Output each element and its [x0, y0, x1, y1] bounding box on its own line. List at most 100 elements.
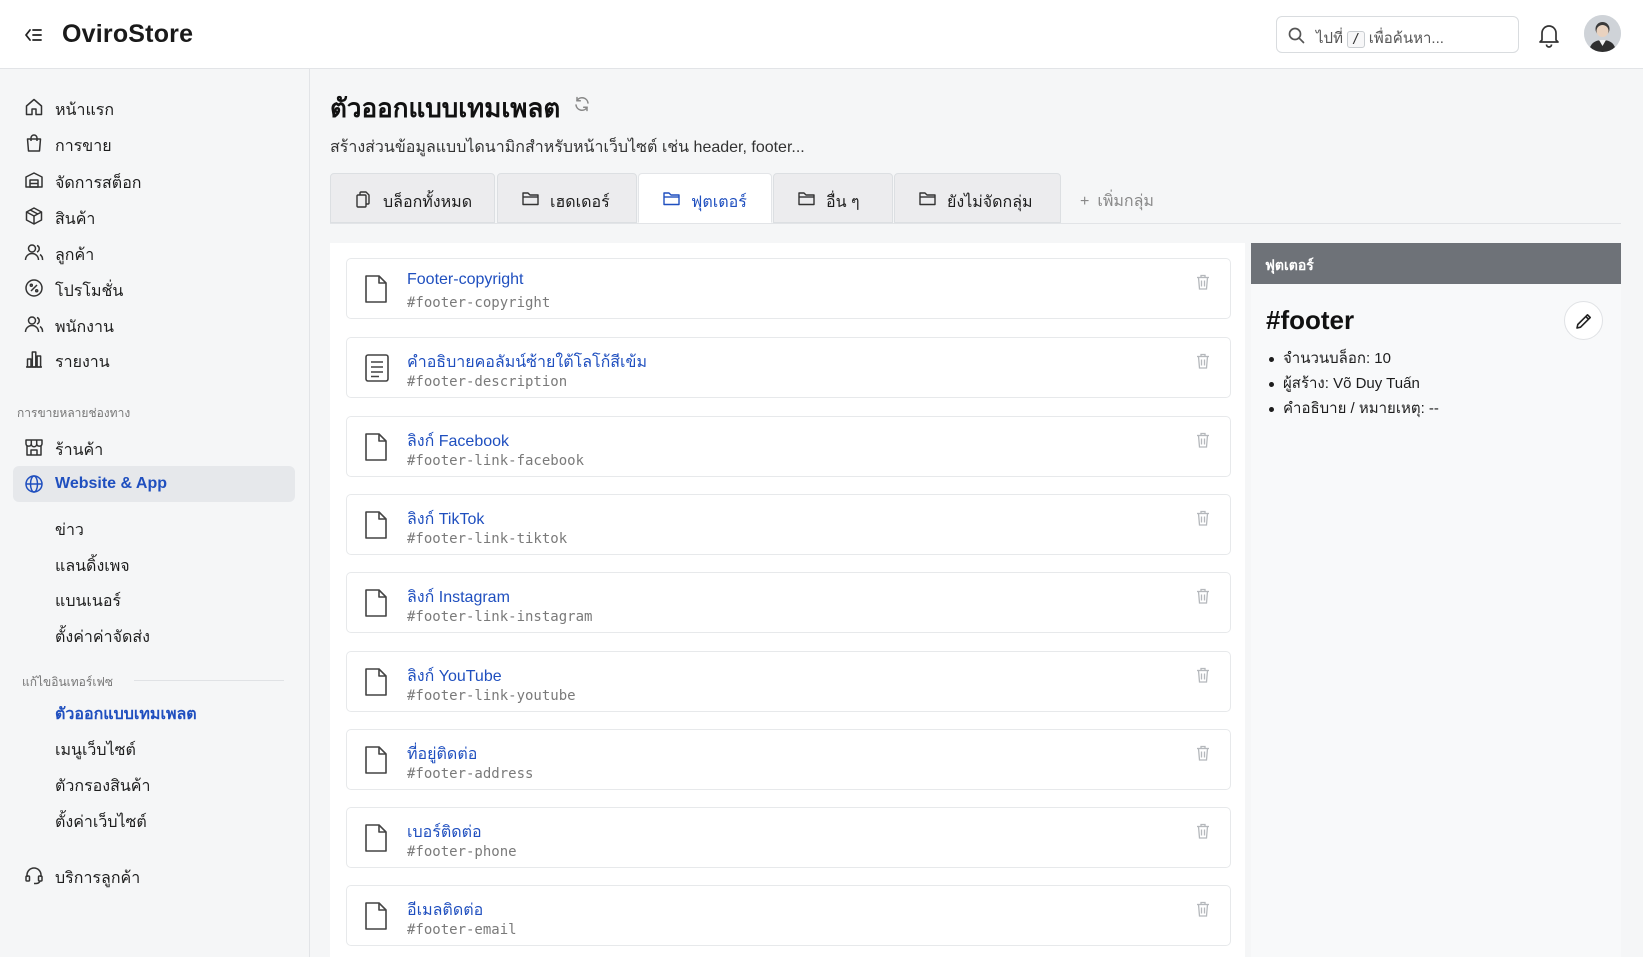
sidebar-item-website-app[interactable]: Website & App — [13, 466, 295, 502]
sidebar-item-customers[interactable]: ลูกค้า — [13, 234, 295, 270]
file-icon — [364, 745, 388, 775]
block-code: #footer-address — [407, 766, 534, 782]
sidebar-item-staff[interactable]: พนักงาน — [13, 306, 295, 342]
sidebar-item-sales[interactable]: การขาย — [13, 125, 295, 161]
staff-icon — [24, 314, 44, 334]
trash-icon[interactable] — [1196, 353, 1210, 369]
folder-icon — [919, 191, 936, 206]
refresh-icon[interactable] — [573, 95, 591, 113]
file-icon — [364, 901, 388, 931]
search-placeholder: ไปที่ / เพื่อค้นหา... — [1316, 30, 1444, 48]
sidebar-sub-website-settings[interactable]: ตั้งค่าเว็บไซต์ — [55, 810, 147, 835]
block-name[interactable]: Footer-copyright — [407, 271, 524, 289]
block-name[interactable]: เบอร์ติดต่อ — [407, 820, 482, 845]
block-name[interactable]: ที่อยู่ติดต่อ — [407, 742, 477, 767]
block-name[interactable]: อีเมลติดต่อ — [407, 898, 483, 923]
trash-icon[interactable] — [1196, 432, 1210, 448]
file-icon — [364, 510, 388, 540]
sidebar-sub-shipping-settings[interactable]: ตั้งค่าค่าจัดส่ง — [55, 625, 150, 650]
trash-icon[interactable] — [1196, 823, 1210, 839]
warehouse-icon — [24, 170, 44, 190]
trash-icon[interactable] — [1196, 901, 1210, 917]
folder-icon — [798, 191, 815, 206]
file-text-icon — [364, 353, 390, 383]
sidebar-sub-landing-page[interactable]: แลนดิ้งเพจ — [55, 554, 130, 579]
sidebar-sub-banners[interactable]: แบนเนอร์ — [55, 589, 121, 614]
list-item[interactable]: ที่อยู่ติดต่อ #footer-address — [346, 729, 1231, 790]
sidebar-item-stock[interactable]: จัดการสต็อก — [13, 162, 295, 198]
section-divider — [134, 680, 284, 681]
list-item[interactable]: อีเมลติดต่อ #footer-email — [346, 885, 1231, 946]
block-name[interactable]: ลิงก์ TikTok — [407, 507, 484, 532]
sidebar: หน้าแรก การขาย จัดการสต็อก สินค้า ลูกค้า… — [0, 69, 310, 957]
list-item[interactable]: เบอร์ติดต่อ #footer-phone — [346, 807, 1231, 868]
sidebar-sub-template-designer[interactable]: ตัวออกแบบเทมเพลต — [55, 702, 197, 727]
sidebar-sub-website-menu[interactable]: เมนูเว็บไซต์ — [55, 738, 136, 763]
edit-group-button[interactable] — [1564, 301, 1603, 340]
block-code: #footer-link-youtube — [407, 688, 576, 704]
shopping-bag-icon — [24, 133, 44, 153]
user-avatar[interactable] — [1584, 15, 1621, 52]
group-meta-list: จำนวนบล็อก: 10 ผู้สร้าง: Võ Duy Tuấn คำอ… — [1267, 346, 1439, 421]
block-code: #footer-description — [407, 374, 568, 390]
users-icon — [24, 242, 44, 262]
file-icon — [364, 823, 388, 853]
list-item[interactable]: ลิงก์ Facebook #footer-link-facebook — [346, 416, 1231, 477]
tab-others[interactable]: อื่น ๆ — [773, 173, 893, 223]
page-subtitle: สร้างส่วนข้อมูลแบบไดนามิกสำหรับหน้าเว็บไ… — [330, 139, 805, 156]
block-name[interactable]: ลิงก์ Instagram — [407, 585, 510, 610]
folder-icon — [663, 191, 680, 206]
trash-icon[interactable] — [1196, 510, 1210, 526]
tab-all-blocks[interactable]: บล็อกทั้งหมด — [330, 173, 495, 223]
search-input[interactable]: ไปที่ / เพื่อค้นหา... — [1276, 16, 1519, 53]
collapse-menu-icon[interactable] — [22, 24, 44, 46]
tab-ungrouped[interactable]: ยังไม่จัดกลุ่ม — [894, 173, 1061, 223]
search-icon — [1288, 27, 1305, 44]
list-item[interactable]: Footer-copyright #footer-copyright — [346, 258, 1231, 319]
globe-icon — [24, 474, 44, 494]
brand-logo[interactable]: OviroStore — [62, 20, 193, 49]
file-icon — [364, 667, 388, 697]
section-label-interface: แก้ไขอินเทอร์เฟซ — [22, 675, 114, 689]
block-code: #footer-email — [407, 922, 517, 938]
sidebar-item-customer-service[interactable]: บริการลูกค้า — [13, 857, 295, 893]
block-code: #footer-phone — [407, 844, 517, 860]
file-icon — [364, 588, 388, 618]
sidebar-item-promotions[interactable]: โปรโมชั่น — [13, 270, 295, 306]
block-code: #footer-link-instagram — [407, 609, 593, 625]
copy-icon — [355, 191, 371, 208]
description-note: คำอธิบาย / หมายเหตุ: -- — [1267, 396, 1439, 421]
list-item[interactable]: ลิงก์ YouTube #footer-link-youtube — [346, 651, 1231, 712]
block-name[interactable]: ลิงก์ Facebook — [407, 429, 509, 454]
trash-icon[interactable] — [1196, 745, 1210, 761]
section-label-channels: การขายหลายช่องทาง — [17, 406, 131, 420]
sidebar-item-store[interactable]: ร้านค้า — [13, 429, 295, 465]
list-item[interactable]: ลิงก์ TikTok #footer-link-tiktok — [346, 494, 1231, 555]
sidebar-sub-product-filter[interactable]: ตัวกรองสินค้า — [55, 774, 150, 799]
trash-icon[interactable] — [1196, 274, 1210, 290]
folder-icon — [522, 191, 539, 206]
tab-header[interactable]: เฮดเดอร์ — [497, 173, 637, 223]
store-icon — [24, 437, 44, 457]
tab-footer[interactable]: ฟุตเตอร์ — [638, 173, 772, 223]
trash-icon[interactable] — [1196, 667, 1210, 683]
file-icon — [364, 432, 388, 462]
block-name[interactable]: คำอธิบายคอลัมน์ซ้ายใต้โลโก้สีเข้ม — [407, 350, 647, 375]
list-item[interactable]: ลิงก์ Instagram #footer-link-instagram — [346, 572, 1231, 633]
bar-chart-icon — [24, 349, 44, 369]
trash-icon[interactable] — [1196, 588, 1210, 604]
sidebar-item-home[interactable]: หน้าแรก — [13, 89, 295, 125]
sidebar-item-products[interactable]: สินค้า — [13, 198, 295, 234]
search-shortcut-key: / — [1346, 31, 1365, 48]
sidebar-sub-news[interactable]: ข่าว — [55, 518, 84, 543]
block-name[interactable]: ลิงก์ YouTube — [407, 664, 502, 689]
sidebar-item-reports[interactable]: รายงาน — [13, 341, 295, 377]
group-title: #footer — [1266, 305, 1355, 335]
list-item[interactable]: คำอธิบายคอลัมน์ซ้ายใต้โลโก้สีเข้ม #foote… — [346, 337, 1231, 398]
home-icon — [24, 97, 44, 117]
block-code: #footer-link-facebook — [407, 453, 585, 469]
group-detail-panel: ฟุตเตอร์ #footer จำนวนบล็อก: 10 ผู้สร้าง… — [1251, 243, 1621, 957]
notification-bell-icon[interactable] — [1537, 22, 1561, 48]
add-group-button[interactable]: + เพิ่มกลุ่ม — [1080, 189, 1154, 214]
block-list: Footer-copyright #footer-copyright คำอธิ… — [330, 243, 1245, 957]
